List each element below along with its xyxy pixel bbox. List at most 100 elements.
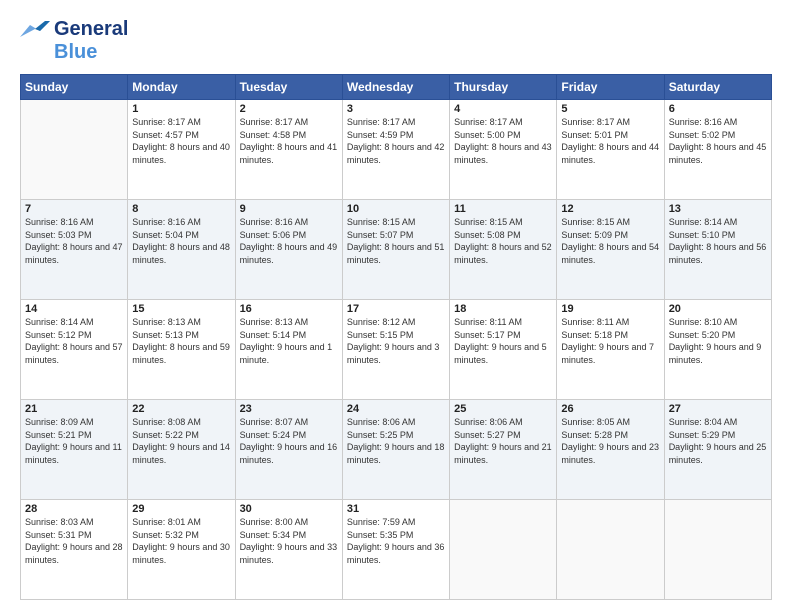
calendar-week-row: 7Sunrise: 8:16 AMSunset: 5:03 PMDaylight… xyxy=(21,200,772,300)
day-info: Sunrise: 8:17 AMSunset: 4:58 PMDaylight:… xyxy=(240,116,338,166)
day-info: Sunrise: 8:05 AMSunset: 5:28 PMDaylight:… xyxy=(561,416,659,466)
day-info: Sunrise: 8:06 AMSunset: 5:27 PMDaylight:… xyxy=(454,416,552,466)
calendar-cell: 2Sunrise: 8:17 AMSunset: 4:58 PMDaylight… xyxy=(235,100,342,200)
day-info: Sunrise: 8:14 AMSunset: 5:12 PMDaylight:… xyxy=(25,316,123,366)
day-info: Sunrise: 8:17 AMSunset: 5:01 PMDaylight:… xyxy=(561,116,659,166)
day-info: Sunrise: 8:16 AMSunset: 5:04 PMDaylight:… xyxy=(132,216,230,266)
day-info: Sunrise: 8:12 AMSunset: 5:15 PMDaylight:… xyxy=(347,316,445,366)
calendar-week-row: 1Sunrise: 8:17 AMSunset: 4:57 PMDaylight… xyxy=(21,100,772,200)
calendar-week-row: 14Sunrise: 8:14 AMSunset: 5:12 PMDayligh… xyxy=(21,300,772,400)
calendar-cell: 23Sunrise: 8:07 AMSunset: 5:24 PMDayligh… xyxy=(235,400,342,500)
day-info: Sunrise: 8:17 AMSunset: 4:59 PMDaylight:… xyxy=(347,116,445,166)
calendar-cell: 8Sunrise: 8:16 AMSunset: 5:04 PMDaylight… xyxy=(128,200,235,300)
day-number: 24 xyxy=(347,403,445,415)
calendar-cell xyxy=(450,500,557,600)
calendar-cell: 6Sunrise: 8:16 AMSunset: 5:02 PMDaylight… xyxy=(664,100,771,200)
day-info: Sunrise: 7:59 AMSunset: 5:35 PMDaylight:… xyxy=(347,516,445,566)
day-number: 10 xyxy=(347,203,445,215)
calendar-cell: 10Sunrise: 8:15 AMSunset: 5:07 PMDayligh… xyxy=(342,200,449,300)
calendar-cell: 13Sunrise: 8:14 AMSunset: 5:10 PMDayligh… xyxy=(664,200,771,300)
day-info: Sunrise: 8:00 AMSunset: 5:34 PMDaylight:… xyxy=(240,516,338,566)
day-info: Sunrise: 8:16 AMSunset: 5:02 PMDaylight:… xyxy=(669,116,767,166)
day-info: Sunrise: 8:15 AMSunset: 5:07 PMDaylight:… xyxy=(347,216,445,266)
day-number: 14 xyxy=(25,303,123,315)
calendar-cell: 9Sunrise: 8:16 AMSunset: 5:06 PMDaylight… xyxy=(235,200,342,300)
day-info: Sunrise: 8:03 AMSunset: 5:31 PMDaylight:… xyxy=(25,516,123,566)
day-info: Sunrise: 8:06 AMSunset: 5:25 PMDaylight:… xyxy=(347,416,445,466)
day-info: Sunrise: 8:13 AMSunset: 5:14 PMDaylight:… xyxy=(240,316,338,366)
logo-icon xyxy=(20,19,50,41)
day-number: 18 xyxy=(454,303,552,315)
calendar-table: SundayMondayTuesdayWednesdayThursdayFrid… xyxy=(20,74,772,600)
calendar-cell xyxy=(21,100,128,200)
calendar-cell: 7Sunrise: 8:16 AMSunset: 5:03 PMDaylight… xyxy=(21,200,128,300)
day-number: 8 xyxy=(132,203,230,215)
day-info: Sunrise: 8:15 AMSunset: 5:08 PMDaylight:… xyxy=(454,216,552,266)
calendar-cell: 17Sunrise: 8:12 AMSunset: 5:15 PMDayligh… xyxy=(342,300,449,400)
header-wednesday: Wednesday xyxy=(342,75,449,100)
calendar-cell: 25Sunrise: 8:06 AMSunset: 5:27 PMDayligh… xyxy=(450,400,557,500)
calendar-cell: 22Sunrise: 8:08 AMSunset: 5:22 PMDayligh… xyxy=(128,400,235,500)
calendar-cell xyxy=(557,500,664,600)
day-info: Sunrise: 8:15 AMSunset: 5:09 PMDaylight:… xyxy=(561,216,659,266)
day-info: Sunrise: 8:11 AMSunset: 5:18 PMDaylight:… xyxy=(561,316,659,366)
day-info: Sunrise: 8:08 AMSunset: 5:22 PMDaylight:… xyxy=(132,416,230,466)
calendar-cell: 4Sunrise: 8:17 AMSunset: 5:00 PMDaylight… xyxy=(450,100,557,200)
day-number: 17 xyxy=(347,303,445,315)
calendar-cell: 5Sunrise: 8:17 AMSunset: 5:01 PMDaylight… xyxy=(557,100,664,200)
calendar-cell: 21Sunrise: 8:09 AMSunset: 5:21 PMDayligh… xyxy=(21,400,128,500)
day-number: 11 xyxy=(454,203,552,215)
day-info: Sunrise: 8:07 AMSunset: 5:24 PMDaylight:… xyxy=(240,416,338,466)
header-tuesday: Tuesday xyxy=(235,75,342,100)
header-thursday: Thursday xyxy=(450,75,557,100)
header-monday: Monday xyxy=(128,75,235,100)
day-number: 16 xyxy=(240,303,338,315)
logo: General Blue xyxy=(20,18,128,64)
calendar-cell: 14Sunrise: 8:14 AMSunset: 5:12 PMDayligh… xyxy=(21,300,128,400)
day-info: Sunrise: 8:13 AMSunset: 5:13 PMDaylight:… xyxy=(132,316,230,366)
day-number: 20 xyxy=(669,303,767,315)
day-info: Sunrise: 8:14 AMSunset: 5:10 PMDaylight:… xyxy=(669,216,767,266)
day-info: Sunrise: 8:01 AMSunset: 5:32 PMDaylight:… xyxy=(132,516,230,566)
calendar-cell: 28Sunrise: 8:03 AMSunset: 5:31 PMDayligh… xyxy=(21,500,128,600)
calendar-header-row: SundayMondayTuesdayWednesdayThursdayFrid… xyxy=(21,75,772,100)
day-number: 9 xyxy=(240,203,338,215)
day-info: Sunrise: 8:09 AMSunset: 5:21 PMDaylight:… xyxy=(25,416,123,466)
day-number: 13 xyxy=(669,203,767,215)
day-number: 28 xyxy=(25,503,123,515)
calendar-cell: 19Sunrise: 8:11 AMSunset: 5:18 PMDayligh… xyxy=(557,300,664,400)
calendar-cell: 16Sunrise: 8:13 AMSunset: 5:14 PMDayligh… xyxy=(235,300,342,400)
day-number: 15 xyxy=(132,303,230,315)
calendar-cell: 27Sunrise: 8:04 AMSunset: 5:29 PMDayligh… xyxy=(664,400,771,500)
day-number: 5 xyxy=(561,103,659,115)
day-number: 6 xyxy=(669,103,767,115)
calendar-cell: 15Sunrise: 8:13 AMSunset: 5:13 PMDayligh… xyxy=(128,300,235,400)
calendar-cell: 3Sunrise: 8:17 AMSunset: 4:59 PMDaylight… xyxy=(342,100,449,200)
header-sunday: Sunday xyxy=(21,75,128,100)
day-number: 4 xyxy=(454,103,552,115)
day-number: 22 xyxy=(132,403,230,415)
day-number: 23 xyxy=(240,403,338,415)
calendar-cell: 20Sunrise: 8:10 AMSunset: 5:20 PMDayligh… xyxy=(664,300,771,400)
day-number: 31 xyxy=(347,503,445,515)
day-info: Sunrise: 8:17 AMSunset: 5:00 PMDaylight:… xyxy=(454,116,552,166)
calendar-cell xyxy=(664,500,771,600)
header-saturday: Saturday xyxy=(664,75,771,100)
header-friday: Friday xyxy=(557,75,664,100)
day-number: 30 xyxy=(240,503,338,515)
day-number: 19 xyxy=(561,303,659,315)
day-number: 3 xyxy=(347,103,445,115)
day-number: 1 xyxy=(132,103,230,115)
day-number: 26 xyxy=(561,403,659,415)
day-number: 29 xyxy=(132,503,230,515)
day-info: Sunrise: 8:04 AMSunset: 5:29 PMDaylight:… xyxy=(669,416,767,466)
calendar-cell: 1Sunrise: 8:17 AMSunset: 4:57 PMDaylight… xyxy=(128,100,235,200)
day-info: Sunrise: 8:17 AMSunset: 4:57 PMDaylight:… xyxy=(132,116,230,166)
calendar-cell: 26Sunrise: 8:05 AMSunset: 5:28 PMDayligh… xyxy=(557,400,664,500)
header: General Blue xyxy=(20,18,772,64)
day-info: Sunrise: 8:16 AMSunset: 5:03 PMDaylight:… xyxy=(25,216,123,266)
day-number: 25 xyxy=(454,403,552,415)
day-number: 27 xyxy=(669,403,767,415)
calendar-cell: 11Sunrise: 8:15 AMSunset: 5:08 PMDayligh… xyxy=(450,200,557,300)
calendar-cell: 18Sunrise: 8:11 AMSunset: 5:17 PMDayligh… xyxy=(450,300,557,400)
